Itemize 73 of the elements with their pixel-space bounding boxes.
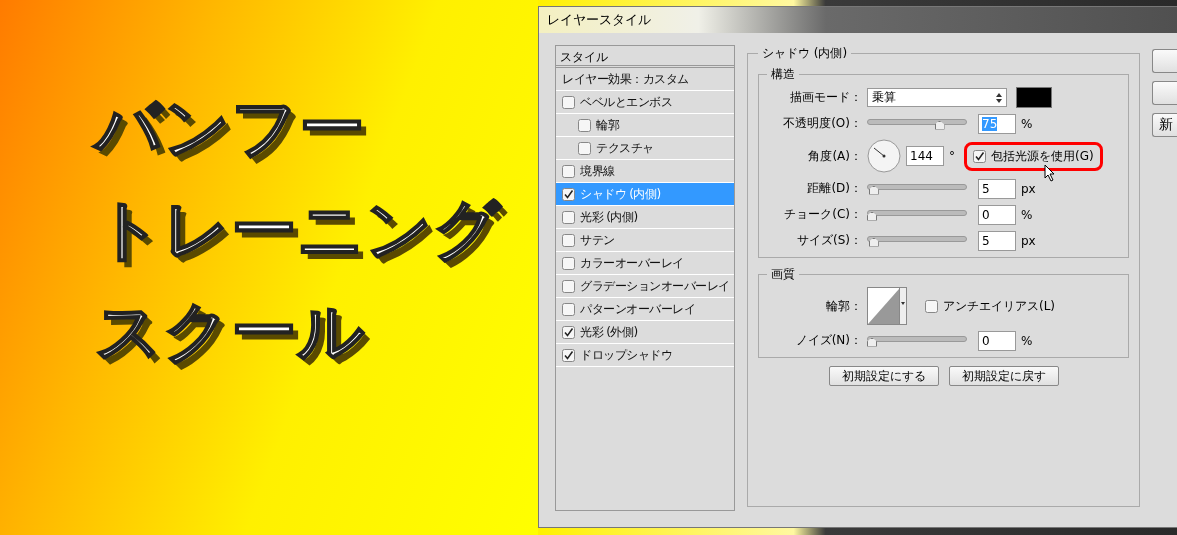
slider-thumb[interactable]	[867, 337, 877, 347]
slider-label: 距離(D)：	[806, 180, 862, 197]
checkbox[interactable]	[562, 279, 575, 293]
angle-label: 角度(A)：	[807, 147, 862, 165]
style-item[interactable]: 光彩 (外側)	[556, 321, 734, 344]
style-item[interactable]: ドロップシャドウ	[556, 344, 734, 367]
cursor-icon	[1043, 163, 1056, 182]
checkbox[interactable]	[578, 118, 591, 132]
slider-thumb[interactable]	[868, 185, 879, 195]
list-header: スタイル	[556, 46, 734, 68]
banner-title: スクール	[95, 292, 366, 372]
blend-mode-label: 描画モード：	[789, 89, 862, 106]
checkbox[interactable]	[562, 233, 575, 247]
checkbox[interactable]	[562, 95, 575, 109]
checkbox[interactable]	[973, 149, 986, 163]
value-field[interactable]: 0	[978, 204, 1016, 225]
style-item[interactable]: ベベルとエンボス	[556, 91, 734, 114]
slider-label: 不透明度(O)：	[782, 115, 862, 132]
checkbox[interactable]	[578, 141, 591, 155]
slider-thumb[interactable]	[934, 120, 945, 130]
slider-label: ノイズ(N)：	[794, 332, 862, 349]
section-title: シャドウ (内側)	[761, 45, 849, 62]
unit-label: %	[1021, 207, 1033, 222]
style-item[interactable]: 光彩 (内側)	[556, 206, 734, 229]
side-button[interactable]	[1152, 49, 1177, 73]
reset-button[interactable]: 初期設定にする	[828, 366, 939, 386]
angle-dial[interactable]	[867, 139, 901, 173]
contour-label: 輪郭：	[825, 297, 862, 315]
value-field[interactable]: 5	[978, 178, 1016, 199]
slider-label: サイズ(S)：	[796, 232, 862, 249]
list-item[interactable]: レイヤー効果：カスタム	[556, 68, 734, 91]
checkbox[interactable]	[562, 256, 575, 270]
checkbox[interactable]	[925, 299, 938, 313]
slider[interactable]	[867, 333, 967, 348]
style-item[interactable]: 輪郭	[556, 114, 734, 137]
color-swatch[interactable]	[1016, 87, 1052, 108]
unit-label: px	[1021, 181, 1036, 196]
checkbox[interactable]	[562, 325, 575, 339]
unit-label: %	[1021, 116, 1033, 131]
side-button[interactable]	[1152, 81, 1177, 105]
group-title: 構造	[770, 66, 796, 83]
style-item[interactable]: カラーオーバーレイ	[556, 252, 734, 275]
slider-thumb[interactable]	[867, 211, 877, 221]
style-item[interactable]: サテン	[556, 229, 734, 252]
slider-thumb[interactable]	[868, 237, 879, 247]
checkbox[interactable]	[562, 348, 575, 362]
blend-mode-select[interactable]: 乗算	[867, 88, 1007, 107]
style-item[interactable]: テクスチャ	[556, 137, 734, 160]
unit-label: °	[949, 149, 955, 163]
side-button[interactable]: 新	[1152, 113, 1177, 137]
window-title: レイヤースタイル	[547, 11, 651, 29]
reset-button[interactable]: 初期設定に戻す	[948, 366, 1059, 386]
checkbox[interactable]	[562, 187, 575, 201]
checkbox[interactable]	[562, 302, 575, 316]
style-item[interactable]: パターンオーバーレイ	[556, 298, 734, 321]
unit-label: %	[1021, 333, 1033, 348]
value-field[interactable]: 5	[978, 230, 1016, 251]
group-title: 画質	[770, 266, 796, 283]
slider[interactable]	[867, 116, 967, 131]
stepper-arrows-icon	[996, 92, 1002, 103]
checkbox[interactable]	[562, 210, 575, 224]
anti-alias-option[interactable]: アンチエイリアス(L)	[916, 291, 1065, 321]
slider-label: チョーク(C)：	[783, 206, 862, 223]
angle-field[interactable]: 144	[906, 146, 944, 166]
contour-picker[interactable]	[867, 287, 907, 325]
unit-label: px	[1021, 233, 1036, 248]
banner-title: トレーニング	[95, 190, 503, 270]
value-field[interactable]: 0	[978, 330, 1016, 351]
slider[interactable]	[867, 233, 967, 248]
style-item[interactable]: グラデーションオーバーレイ	[556, 275, 734, 298]
slider[interactable]	[867, 207, 967, 222]
slider[interactable]	[867, 181, 967, 196]
checkbox[interactable]	[562, 164, 575, 178]
